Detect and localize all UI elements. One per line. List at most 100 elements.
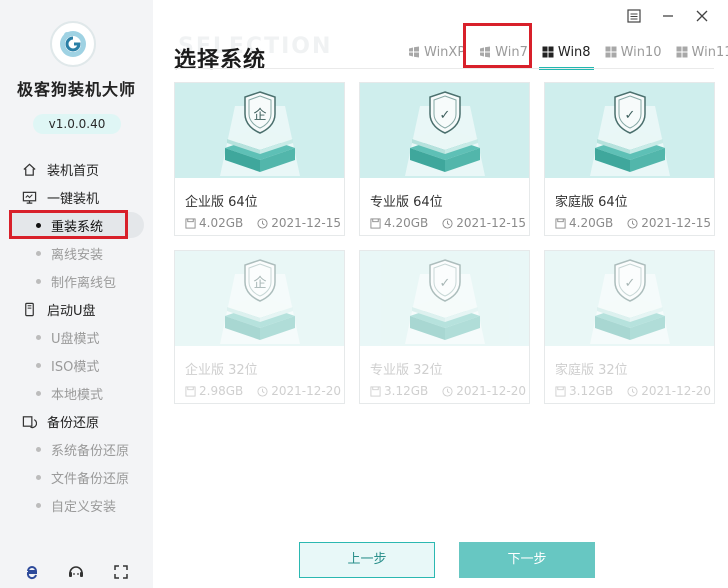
disk-icon: [370, 385, 381, 397]
sidebar-section-label: 装机首页: [47, 163, 100, 179]
shield-badge-text: ✓: [624, 276, 635, 291]
os-card-2[interactable]: ✓ 家庭版 64位 4.20GB 2021-12-15: [544, 82, 715, 236]
sidebar-item-iso-mode[interactable]: ISO模式: [0, 351, 153, 379]
sidebar-item-label: 自定义安装: [51, 499, 117, 515]
os-card-size: 4.20GB: [384, 216, 429, 230]
os-card-date: 2021-12-20: [641, 384, 711, 398]
tab-win11[interactable]: Win11: [670, 36, 728, 68]
prev-step-button[interactable]: 上一步: [299, 542, 435, 578]
os-card-illustration: 企: [175, 251, 344, 346]
os-card-name: 企业版 32位: [185, 363, 258, 378]
os-card-0[interactable]: 企 企业版 64位 4.02GB 2021-12-15: [174, 82, 345, 236]
shield-box-icon: 企: [219, 90, 300, 176]
clock-icon: [627, 217, 638, 229]
browser-icon[interactable]: [23, 563, 41, 581]
shield-box-icon: ✓: [404, 90, 485, 176]
tab-label: Win11: [691, 44, 728, 60]
os-card-date: 2021-12-15: [641, 216, 711, 230]
menu-icon[interactable]: [626, 8, 642, 24]
shield-badge-text: 企: [253, 275, 266, 291]
bullet-icon: [36, 502, 41, 508]
sidebar-section-usb[interactable]: 启动U盘: [0, 295, 153, 323]
os-card-size: 2.98GB: [199, 384, 244, 398]
sidebar-item-make-offline-package[interactable]: 制作离线包: [0, 267, 153, 295]
os-card-1[interactable]: ✓ 专业版 64位 4.20GB 2021-12-15: [359, 82, 530, 236]
sidebar-item-offline-install[interactable]: 离线安装: [0, 239, 153, 267]
sidebar-section-install[interactable]: 一键装机: [0, 183, 153, 211]
os-card-illustration: 企: [175, 83, 344, 178]
os-card-date: 2021-12-15: [271, 216, 341, 230]
next-step-button[interactable]: 下一步: [459, 542, 595, 578]
tab-win10[interactable]: Win10: [599, 36, 668, 68]
sidebar-item-local-mode[interactable]: 本地模式: [0, 379, 153, 407]
os-card-name: 专业版 64位: [370, 195, 443, 210]
sidebar-section-label: 一键装机: [47, 191, 100, 207]
sidebar-section-home[interactable]: 装机首页: [0, 155, 153, 183]
os-card-3[interactable]: 企 企业版 32位 2.98GB 2021-12-20: [174, 250, 345, 404]
os-card-size: 3.12GB: [384, 384, 429, 398]
os-card-size: 4.02GB: [199, 216, 244, 230]
os-card-meta: 4.20GB 2021-12-15: [555, 216, 711, 230]
fullscreen-icon[interactable]: [112, 563, 130, 581]
bullet-icon: [36, 474, 41, 480]
os-card-meta: 4.02GB 2021-12-15: [185, 216, 341, 230]
os-card-name: 企业版 64位: [185, 195, 258, 210]
windows-logo-icon: [542, 46, 554, 58]
usb-icon: [25, 302, 34, 316]
window-controls: [626, 8, 710, 24]
windows-flag-icon: [409, 46, 419, 58]
os-card-meta: 3.12GB 2021-12-20: [555, 384, 711, 398]
os-card-date-wrap: 2021-12-20: [627, 384, 711, 398]
os-card-illustration: ✓: [545, 83, 714, 178]
sidebar-item-label: ISO模式: [51, 359, 100, 375]
close-icon[interactable]: [694, 8, 710, 24]
sidebar-section-label: 启动U盘: [47, 303, 96, 319]
disk-icon: [185, 385, 196, 397]
sidebar-item-label: 文件备份还原: [51, 471, 130, 487]
os-card-name: 家庭版 32位: [555, 363, 628, 378]
shield-box-icon: ✓: [404, 258, 485, 344]
shield-badge-text: 企: [253, 107, 266, 123]
customer-service-icon[interactable]: [67, 563, 85, 581]
os-card-date-wrap: 2021-12-15: [627, 216, 711, 230]
bullet-icon: [36, 446, 41, 452]
app-title: 极客狗装机大师: [16, 80, 136, 99]
bullet-icon: [36, 334, 41, 340]
sidebar-item-system-backup[interactable]: 系统备份还原: [0, 435, 153, 463]
disk-icon: [555, 385, 566, 397]
sidebar-item-usb-mode[interactable]: U盘模式: [0, 323, 153, 351]
windows-logo-icon: [676, 46, 688, 58]
bullet-icon: [36, 362, 41, 368]
home-icon: [23, 163, 36, 176]
tab-label: WinXP: [424, 44, 466, 60]
tab-win8[interactable]: Win8: [536, 36, 597, 70]
app-logo: [50, 21, 96, 67]
os-card-date-wrap: 2021-12-15: [442, 216, 526, 230]
os-card-meta: 3.12GB 2021-12-20: [370, 384, 526, 398]
os-card-size: 4.20GB: [569, 216, 614, 230]
sidebar-item-custom-install[interactable]: 自定义安装: [0, 491, 153, 519]
os-card-date-wrap: 2021-12-15: [257, 216, 341, 230]
disk-icon: [185, 217, 196, 229]
page-title: 选择系统: [174, 48, 267, 73]
shield-box-icon: ✓: [589, 258, 670, 344]
monitor-icon: [22, 191, 37, 204]
tab-winxp[interactable]: WinXP: [402, 36, 471, 68]
os-card-date: 2021-12-15: [456, 216, 526, 230]
os-card-grid: 企 企业版 64位 4.02GB 2021-12-15 ✓ 专业版 64位 4.…: [174, 82, 715, 404]
os-card-size: 3.12GB: [569, 384, 614, 398]
shield-box-icon: 企: [219, 258, 300, 344]
highlight-box: [463, 23, 532, 68]
sidebar-item-file-backup[interactable]: 文件备份还原: [0, 463, 153, 491]
disk-icon: [555, 217, 566, 229]
sidebar-section-label: 备份还原: [47, 415, 100, 431]
os-card-5[interactable]: ✓ 家庭版 32位 3.12GB 2021-12-20: [544, 250, 715, 404]
tabs-divider: [174, 68, 714, 69]
clock-icon: [627, 385, 638, 397]
sidebar-section-backup[interactable]: 备份还原: [0, 407, 153, 435]
minimize-icon[interactable]: [660, 8, 676, 24]
windows-logo-icon: [605, 46, 617, 58]
bullet-icon: [36, 390, 41, 396]
os-card-4[interactable]: ✓ 专业版 32位 3.12GB 2021-12-20: [359, 250, 530, 404]
tab-label: Win8: [557, 44, 591, 60]
